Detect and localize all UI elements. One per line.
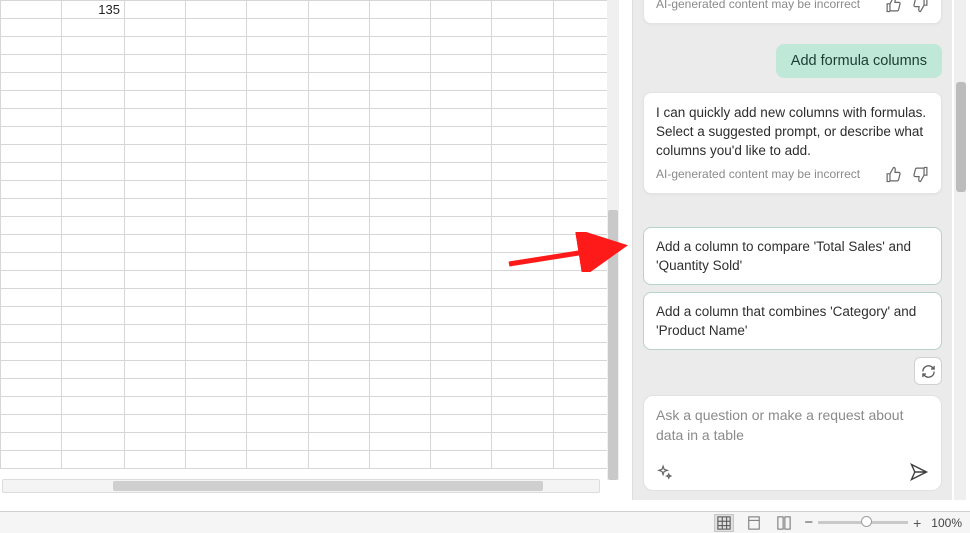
assistant-message-partial: AI-generated content may be incorrect bbox=[643, 0, 942, 24]
zoom-out-button[interactable]: − bbox=[804, 514, 813, 531]
thumbs-down-icon[interactable] bbox=[912, 0, 929, 13]
page-break-icon bbox=[777, 516, 791, 530]
copilot-panel: AI-generated content may be incorrect Ad… bbox=[632, 0, 952, 500]
assistant-message: I can quickly add new columns with formu… bbox=[643, 92, 942, 194]
page-layout-icon bbox=[747, 516, 761, 530]
refresh-suggestions-button[interactable] bbox=[914, 357, 942, 385]
panel-vertical-scrollbar[interactable] bbox=[954, 0, 966, 500]
cell-value[interactable]: 135 bbox=[62, 1, 125, 19]
copilot-input-placeholder: Ask a question or make a request about d… bbox=[656, 406, 929, 448]
zoom-level-label[interactable]: 100% bbox=[931, 516, 962, 530]
user-message: Add formula columns bbox=[776, 44, 942, 78]
scrollbar-thumb[interactable] bbox=[113, 481, 543, 491]
status-bar: − + 100% bbox=[0, 511, 970, 533]
view-page-break-button[interactable] bbox=[774, 514, 794, 532]
thumbs-down-icon[interactable] bbox=[912, 166, 929, 183]
view-normal-button[interactable] bbox=[714, 514, 734, 532]
sheet-vertical-scrollbar[interactable] bbox=[607, 0, 619, 480]
scrollbar-thumb[interactable] bbox=[956, 82, 966, 192]
ai-disclaimer: AI-generated content may be incorrect bbox=[656, 0, 860, 13]
zoom-in-button[interactable]: + bbox=[913, 515, 921, 531]
spreadsheet-area: 135 bbox=[0, 0, 615, 508]
zoom-track[interactable] bbox=[818, 521, 908, 524]
refresh-icon bbox=[921, 364, 936, 379]
sparkle-icon[interactable] bbox=[656, 464, 673, 481]
assistant-message-text: I can quickly add new columns with formu… bbox=[656, 103, 929, 160]
send-icon[interactable] bbox=[909, 462, 929, 482]
spreadsheet-grid[interactable]: 135 bbox=[0, 0, 615, 469]
zoom-slider[interactable]: − + bbox=[804, 514, 921, 531]
ai-disclaimer: AI-generated content may be incorrect bbox=[656, 166, 860, 183]
zoom-thumb[interactable] bbox=[861, 516, 872, 527]
grid-view-icon bbox=[717, 516, 731, 530]
suggestion-chip-combine[interactable]: Add a column that combines 'Category' an… bbox=[643, 292, 942, 350]
sheet-horizontal-scrollbar[interactable] bbox=[2, 479, 600, 493]
thumbs-up-icon[interactable] bbox=[885, 166, 902, 183]
view-page-layout-button[interactable] bbox=[744, 514, 764, 532]
copilot-input-box[interactable]: Ask a question or make a request about d… bbox=[643, 395, 942, 491]
suggestion-chip-compare[interactable]: Add a column to compare 'Total Sales' an… bbox=[643, 227, 942, 285]
thumbs-up-icon[interactable] bbox=[885, 0, 902, 13]
scrollbar-thumb[interactable] bbox=[608, 210, 618, 480]
